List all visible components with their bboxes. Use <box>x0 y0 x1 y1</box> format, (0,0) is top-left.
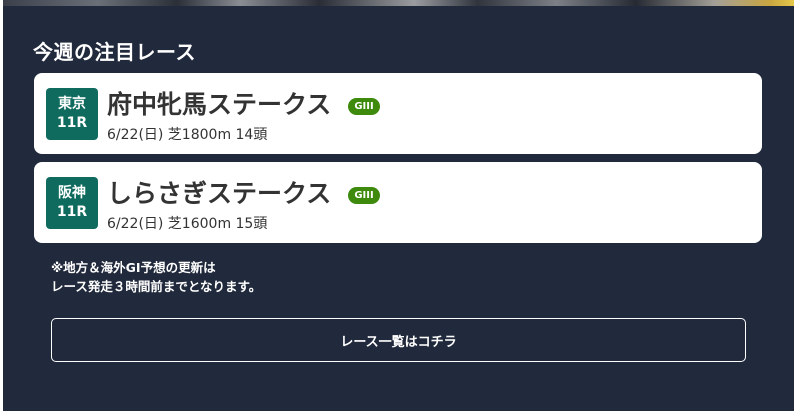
race-card[interactable]: 東京 11R 府中牝馬ステークス GIII 6/22(日) 芝1800m 14頭 <box>34 73 762 154</box>
grade-badge: GIII <box>348 187 380 204</box>
race-number: 11R <box>56 204 88 220</box>
venue-name: 東京 <box>58 96 86 112</box>
race-number: 11R <box>56 115 88 131</box>
race-name: しらさぎステークス <box>107 179 332 208</box>
race-card[interactable]: 阪神 11R しらさぎステークス GIII 6/22(日) 芝1600m 15頭 <box>34 162 762 243</box>
section-title: 今週の注目レース <box>33 40 196 64</box>
update-note-line: ※地方＆海外GI予想の更新は <box>51 260 216 275</box>
venue-badge: 東京 11R <box>46 88 98 140</box>
frame: 今週の注目レース 東京 11R 府中牝馬ステークス GIII 6/22(日) 芝… <box>0 0 797 413</box>
race-info: 6/22(日) 芝1600m 15頭 <box>107 216 268 232</box>
grade-badge: GIII <box>348 98 380 115</box>
race-list-button-label: レース一覧はコチラ <box>340 334 457 350</box>
venue-badge: 阪神 11R <box>46 177 98 229</box>
update-note-line: レース発走３時間前までとなります。 <box>51 279 262 294</box>
race-list-button[interactable]: レース一覧はコチラ <box>51 318 746 362</box>
update-note: ※地方＆海外GI予想の更新は レース発走３時間前までとなります。 <box>51 258 261 296</box>
venue-name: 阪神 <box>58 185 86 201</box>
race-name: 府中牝馬ステークス <box>107 90 332 119</box>
race-info: 6/22(日) 芝1800m 14頭 <box>107 127 268 143</box>
